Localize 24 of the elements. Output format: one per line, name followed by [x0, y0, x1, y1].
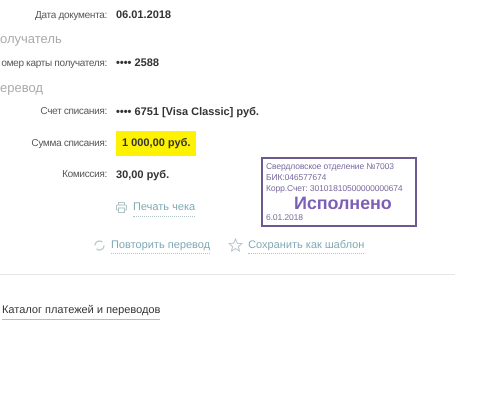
- stamp-text: Корр.Счет: 30101810500000000674: [266, 183, 404, 194]
- field-label: Комиссия:: [61, 168, 107, 182]
- field-value: 06.01.2018: [116, 8, 172, 23]
- field-value: •••• 6751 [Visa Classic] руб.: [116, 104, 259, 120]
- field-label: омер карты получателя:: [0, 56, 107, 71]
- field-value: 1 000,00 руб.: [116, 131, 196, 156]
- repeat-link[interactable]: Повторить перевод: [93, 236, 210, 254]
- section-title: олучатель: [0, 30, 63, 48]
- stamp-text: Свердловское отделение №7003: [266, 161, 395, 172]
- field-label: Дата документа:: [34, 8, 107, 22]
- printer-icon: [116, 202, 127, 214]
- stamp-date: 6.01.2018: [266, 212, 304, 223]
- field-value: •••• 2588: [116, 56, 159, 71]
- stamp-text: БИК:046577674: [266, 172, 328, 183]
- field-label: Сумма списания:: [30, 136, 107, 151]
- field-value: 30,00 руб.: [116, 168, 170, 182]
- refresh-icon: [93, 238, 106, 252]
- star-icon: [228, 238, 244, 252]
- stamp-status: Исполнено: [293, 194, 393, 212]
- catalog-link[interactable]: Каталог платежей и переводов: [2, 302, 160, 320]
- section-title: еревод: [0, 78, 44, 97]
- field-label: Счет списания:: [39, 105, 107, 120]
- save-template-link[interactable]: Сохранить как шаблон: [228, 236, 364, 254]
- print-link[interactable]: Печать чека: [116, 199, 196, 216]
